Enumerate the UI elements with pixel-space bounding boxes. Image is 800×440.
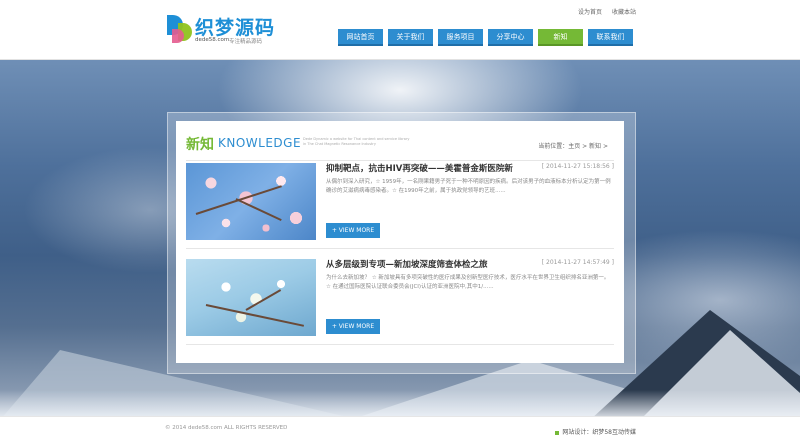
breadcrumb[interactable]: 当前位置：主页 > 新知 > <box>538 141 608 150</box>
designer-credit-text: 网站设计：织梦58互动传媒 <box>562 429 636 436</box>
site-footer: © 2014 dede58.com ALL RIGHTS RESERVED 网站… <box>0 416 800 440</box>
snow-field <box>0 390 800 416</box>
section-description: Dede Dynamic a website for Thai content … <box>303 137 410 146</box>
copyright-text: © 2014 dede58.com ALL RIGHTS RESERVED <box>165 425 288 431</box>
logo-mark-icon <box>167 15 195 45</box>
logo-domain: dede58.com <box>195 37 230 43</box>
nav-item-home[interactable]: 网站首页 <box>338 29 383 46</box>
designer-credit[interactable]: 网站设计：织梦58互动传媒 <box>555 427 636 436</box>
site-header: 织梦源码 dede58.com 专注精品源码 设为首页 收藏本站 网站首页 关于… <box>0 0 800 60</box>
top-links: 设为首页 收藏本站 <box>570 7 636 16</box>
section-title-en: KNOWLEDGE <box>218 136 302 150</box>
article-item: 从多层级到专项—新加坡深度筛查体检之旅 [ 2014-11-27 14:57:4… <box>186 255 614 345</box>
section-title-cn: 新知 <box>186 137 214 153</box>
view-more-button[interactable]: + VIEW MORE <box>326 223 380 238</box>
article-date: [ 2014-11-27 14:57:49 ] <box>541 259 614 266</box>
nav-item-contact[interactable]: 联系我们 <box>588 29 633 46</box>
article-title[interactable]: 从多层级到专项—新加坡深度筛查体检之旅 <box>326 258 488 270</box>
set-homepage-link[interactable]: 设为首页 <box>578 9 602 16</box>
bookmark-site-link[interactable]: 收藏本站 <box>612 9 636 16</box>
article-thumbnail[interactable] <box>186 259 316 336</box>
site-logo[interactable]: 织梦源码 dede58.com 专注精品源码 <box>167 13 277 49</box>
article-summary: 从偶尔到深入研究，☆ 1959年，一名刚果籍男子死于一种不明原因的疾病。后对该男… <box>326 179 611 194</box>
article-date: [ 2014-11-27 15:18:56 ] <box>541 163 614 170</box>
nav-item-services[interactable]: 服务项目 <box>438 29 483 46</box>
nav-item-knowledge[interactable]: 新知 <box>538 29 583 46</box>
article-title[interactable]: 抑制靶点，抗击HIV再突破——美霍普金斯医院新 <box>326 162 513 174</box>
logo-slogan: 专注精品源码 <box>229 39 263 45</box>
section-header: 新知 KNOWLEDGE Dede Dynamic a website for … <box>186 131 614 161</box>
article-summary: 为什么去新加坡？ ☆ 新加坡具有多项突破性的医疗成果及创新型医疗技术，医疗水平在… <box>326 275 610 290</box>
nav-item-share[interactable]: 分享中心 <box>488 29 533 46</box>
nav-item-about[interactable]: 关于我们 <box>388 29 433 46</box>
view-more-button[interactable]: + VIEW MORE <box>326 319 380 334</box>
article-item: 抑制靶点，抗击HIV再突破——美霍普金斯医院新 [ 2014-11-27 15:… <box>186 159 614 249</box>
green-dot-icon <box>555 430 560 435</box>
content-card: 新知 KNOWLEDGE Dede Dynamic a website for … <box>176 121 624 363</box>
logo-title: 织梦源码 <box>195 17 276 39</box>
article-thumbnail[interactable] <box>186 163 316 240</box>
